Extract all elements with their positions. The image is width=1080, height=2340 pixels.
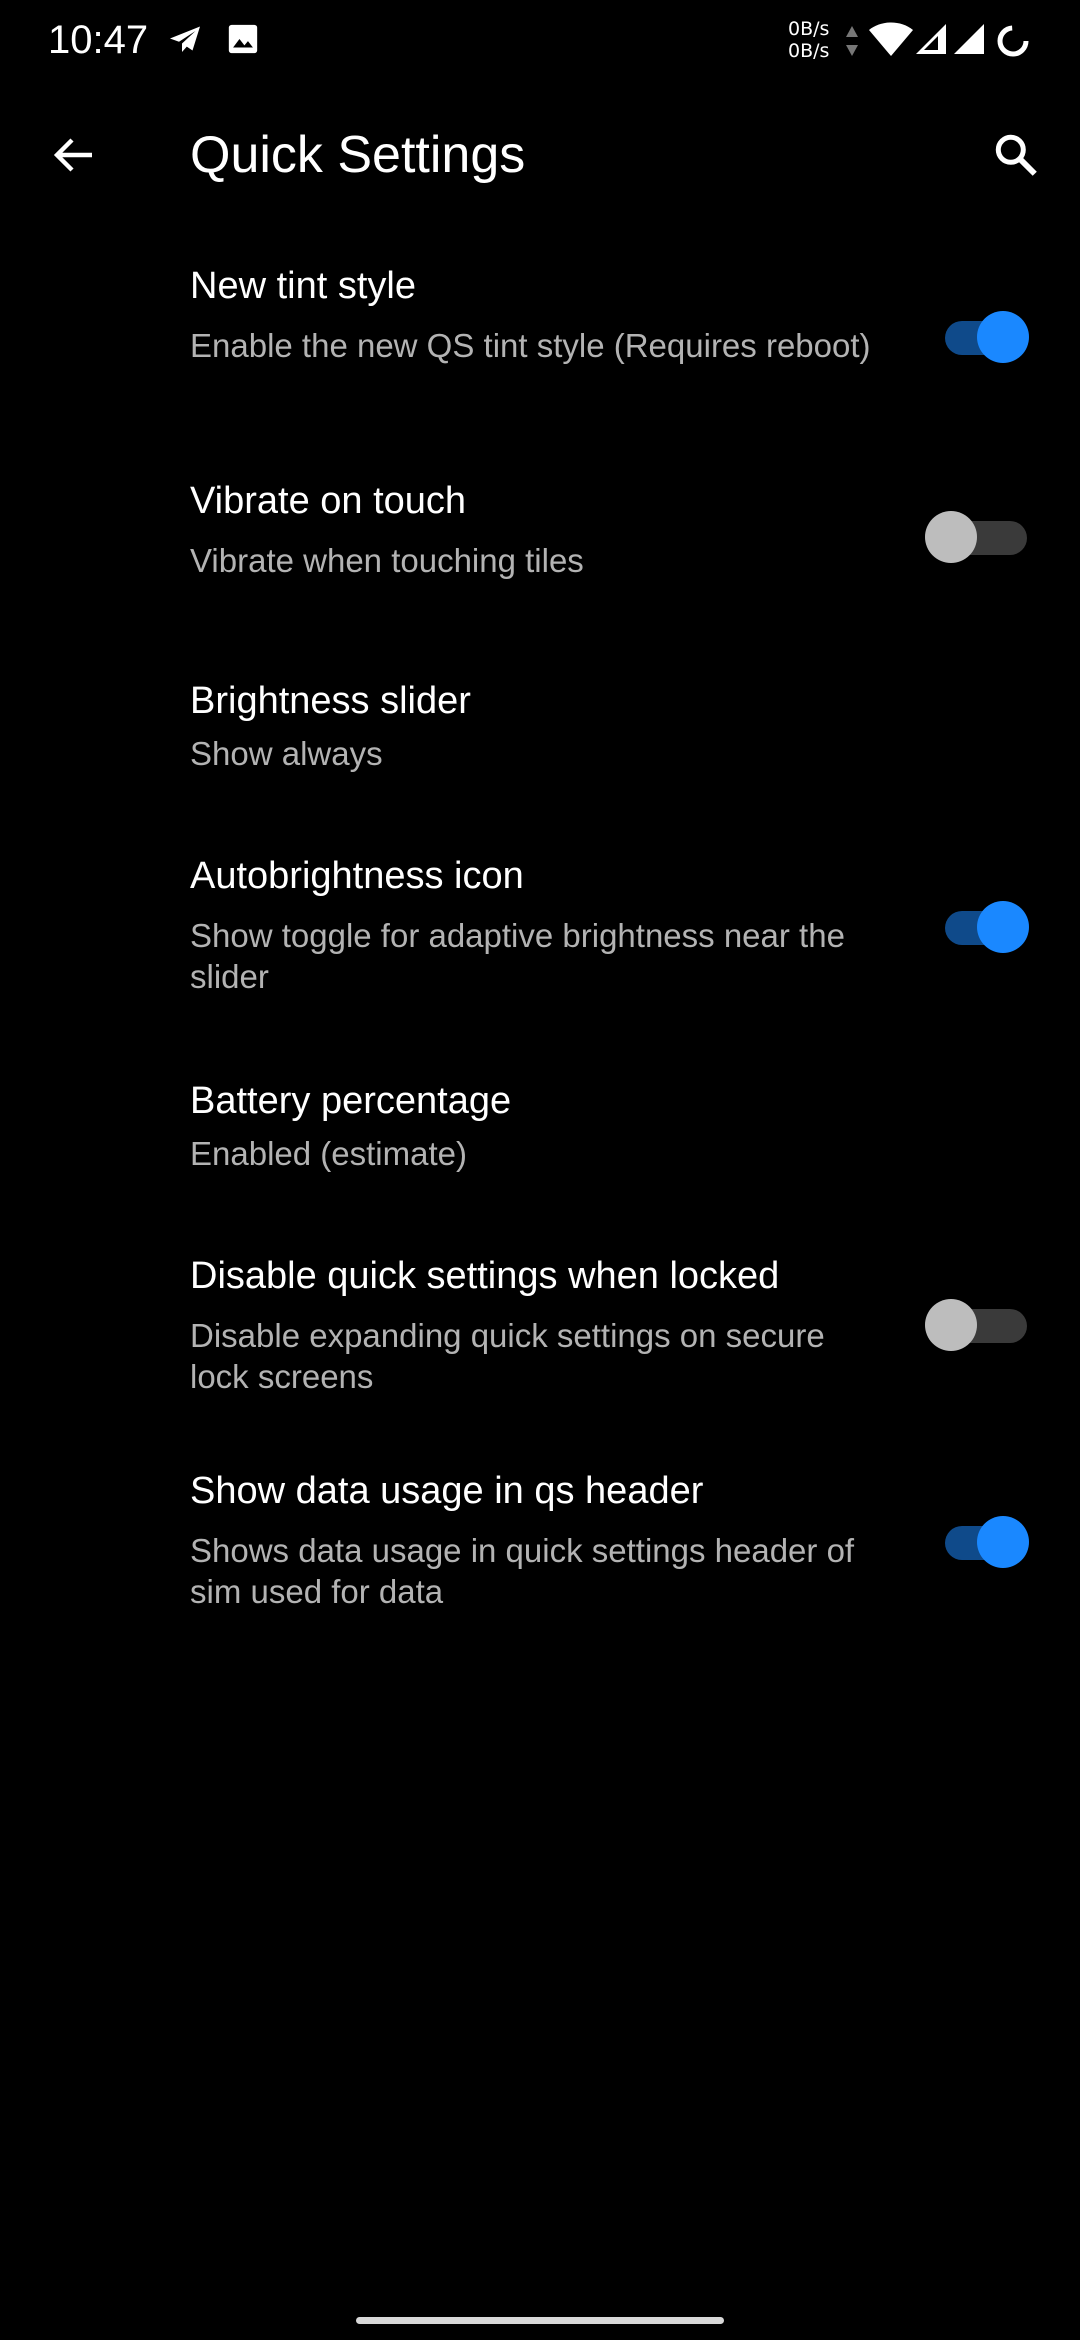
toggle-thumb — [925, 511, 977, 563]
battery-ring-icon — [996, 24, 1030, 63]
image-icon — [226, 22, 260, 61]
arrow-back-icon — [53, 138, 92, 172]
vibrate-on-touch-toggle[interactable] — [925, 505, 1035, 565]
toggle-thumb — [977, 311, 1029, 363]
pref-disable-qs-when-locked[interactable]: Disable quick settings when locked Disab… — [0, 1235, 1080, 1435]
pref-summary: Disable expanding quick settings on secu… — [190, 1317, 825, 1395]
pref-title: Brightness slider — [190, 680, 471, 722]
pref-title: Autobrightness icon — [190, 855, 524, 897]
search-button[interactable] — [980, 119, 1052, 191]
disable-qs-when-locked-toggle[interactable] — [925, 1293, 1035, 1353]
toggle-thumb — [977, 901, 1029, 953]
signal-icon — [914, 22, 948, 61]
new-tint-style-toggle[interactable] — [925, 305, 1035, 365]
search-icon — [995, 134, 1037, 176]
signal-icon — [952, 22, 986, 61]
back-button[interactable] — [38, 119, 110, 191]
pref-vibrate-on-touch[interactable]: Vibrate on touch Vibrate when touching t… — [0, 460, 1080, 630]
pref-summary: Show toggle for adaptive brightness near… — [190, 917, 845, 995]
app-bar: Quick Settings — [0, 105, 1080, 205]
screen: 10:47 0B/s 0B/s Quick Settings New tint … — [0, 0, 1080, 2340]
pref-battery-percentage[interactable]: Battery percentage Enabled (estimate) — [0, 1060, 1080, 1210]
toggle-thumb — [977, 1516, 1029, 1568]
status-bar: 10:47 0B/s 0B/s — [0, 0, 1080, 84]
pref-summary: Enable the new QS tint style (Requires r… — [190, 327, 871, 364]
pref-title: Show data usage in qs header — [190, 1470, 704, 1512]
show-data-usage-toggle[interactable] — [925, 1510, 1035, 1570]
pref-summary: Shows data usage in quick settings heade… — [190, 1532, 855, 1610]
navigation-handle[interactable] — [356, 2317, 724, 2324]
pref-title: Battery percentage — [190, 1080, 512, 1122]
network-speed: 0B/s 0B/s — [788, 18, 829, 62]
pref-summary: Enabled (estimate) — [190, 1135, 467, 1172]
pref-title: Vibrate on touch — [190, 480, 467, 522]
pref-brightness-slider[interactable]: Brightness slider Show always — [0, 660, 1080, 810]
data-arrows-icon — [844, 24, 860, 63]
wifi-icon — [868, 22, 914, 63]
pref-show-data-usage[interactable]: Show data usage in qs header Shows data … — [0, 1450, 1080, 1650]
pref-title: Disable quick settings when locked — [190, 1255, 780, 1297]
pref-summary: Vibrate when touching tiles — [190, 542, 584, 579]
net-up-speed: 0B/s — [788, 18, 830, 40]
net-down-speed: 0B/s — [788, 40, 830, 62]
pref-autobrightness-icon[interactable]: Autobrightness icon Show toggle for adap… — [0, 835, 1080, 1035]
pref-title: New tint style — [190, 265, 416, 307]
pref-new-tint-style[interactable]: New tint style Enable the new QS tint st… — [0, 245, 1080, 445]
pref-summary: Show always — [190, 735, 383, 772]
status-time: 10:47 — [48, 18, 149, 62]
autobrightness-icon-toggle[interactable] — [925, 895, 1035, 955]
toggle-thumb — [925, 1299, 977, 1351]
page-title: Quick Settings — [190, 126, 526, 184]
telegram-icon — [166, 22, 204, 63]
